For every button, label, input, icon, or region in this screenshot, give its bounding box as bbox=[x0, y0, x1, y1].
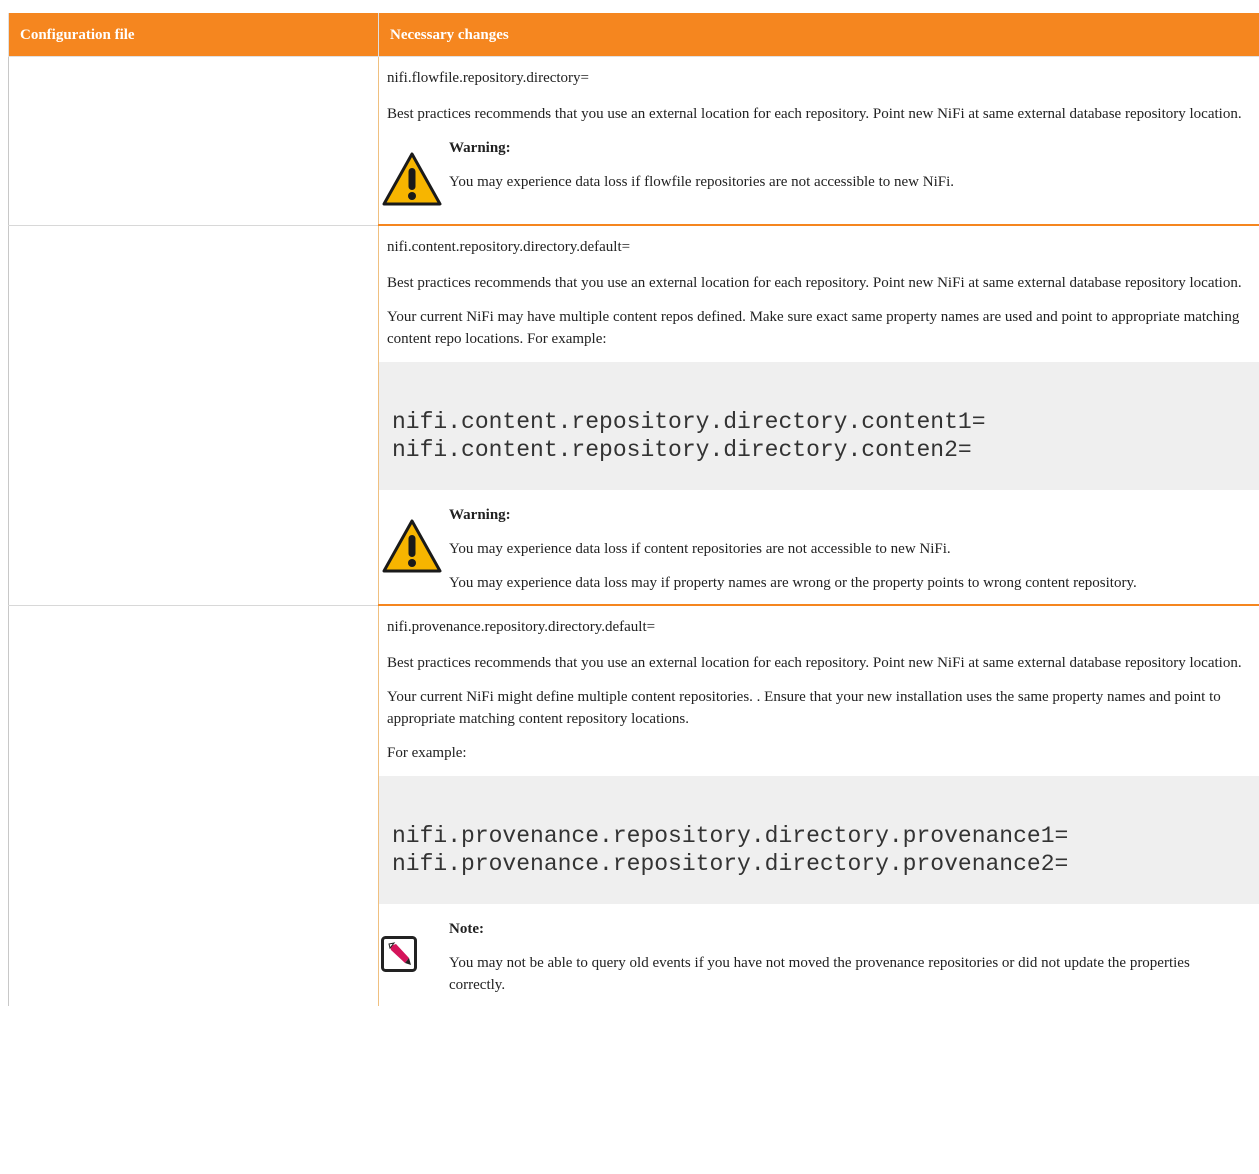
callout-text: You may not be able to query old events … bbox=[449, 955, 1190, 993]
note-callout: Note: You may not be able to query old e… bbox=[381, 918, 1259, 996]
multiple-repos-text: Your current NiFi might define multiple … bbox=[387, 689, 1221, 727]
header-necessary-changes: Necessary changes bbox=[378, 13, 1259, 57]
header-configuration-file: Configuration file bbox=[8, 13, 379, 57]
changes-cell: nifi.content.repository.directory.defaul… bbox=[378, 225, 1259, 606]
callout-text: You may experience data loss may if prop… bbox=[449, 575, 1137, 591]
property-name: nifi.content.repository.directory.defaul… bbox=[387, 239, 631, 255]
configuration-table: Configuration file Necessary changes nif… bbox=[8, 13, 1259, 1006]
callout-text: You may experience data loss if content … bbox=[449, 541, 951, 557]
best-practice-text: Best practices recommends that you use a… bbox=[387, 655, 1242, 671]
table-row: nifi.content.repository.directory.defaul… bbox=[8, 225, 1259, 606]
best-practice-text: Best practices recommends that you use a… bbox=[387, 275, 1242, 291]
note-pencil-icon bbox=[381, 936, 417, 972]
warning-triangle-icon bbox=[382, 152, 442, 206]
callout-label: Warning: bbox=[449, 507, 511, 523]
warning-icon-container bbox=[381, 504, 449, 581]
changes-cell: nifi.provenance.repository.directory.def… bbox=[379, 605, 1259, 1006]
changes-cell: nifi.flowfile.repository.directory= Best… bbox=[378, 56, 1259, 226]
warning-callout: Warning: You may experience data loss if… bbox=[381, 504, 1259, 594]
note-icon-container bbox=[381, 918, 449, 979]
multiple-repos-text: Your current NiFi may have multiple cont… bbox=[387, 309, 1240, 347]
code-block: nifi.content.repository.directory.conten… bbox=[379, 362, 1259, 490]
best-practice-text: Best practices recommends that you use a… bbox=[387, 106, 1242, 122]
config-file-cell bbox=[8, 605, 379, 1006]
callout-label: Note: bbox=[449, 921, 484, 937]
callout-text: You may experience data loss if flowfile… bbox=[449, 174, 955, 190]
property-name: nifi.flowfile.repository.directory= bbox=[387, 70, 590, 86]
code-block: nifi.provenance.repository.directory.pro… bbox=[379, 776, 1259, 904]
property-name: nifi.provenance.repository.directory.def… bbox=[387, 619, 656, 635]
config-file-cell bbox=[8, 56, 379, 226]
callout-label: Warning: bbox=[449, 140, 511, 156]
warning-triangle-icon bbox=[382, 519, 442, 573]
warning-icon-container bbox=[381, 137, 449, 214]
table-header-row: Configuration file Necessary changes bbox=[8, 13, 1259, 57]
for-example-text: For example: bbox=[387, 745, 467, 761]
warning-callout: Warning: You may experience data loss if… bbox=[381, 137, 1259, 214]
table-row: nifi.flowfile.repository.directory= Best… bbox=[8, 56, 1259, 226]
config-file-cell bbox=[8, 225, 379, 606]
table-row: nifi.provenance.repository.directory.def… bbox=[8, 605, 1259, 1006]
